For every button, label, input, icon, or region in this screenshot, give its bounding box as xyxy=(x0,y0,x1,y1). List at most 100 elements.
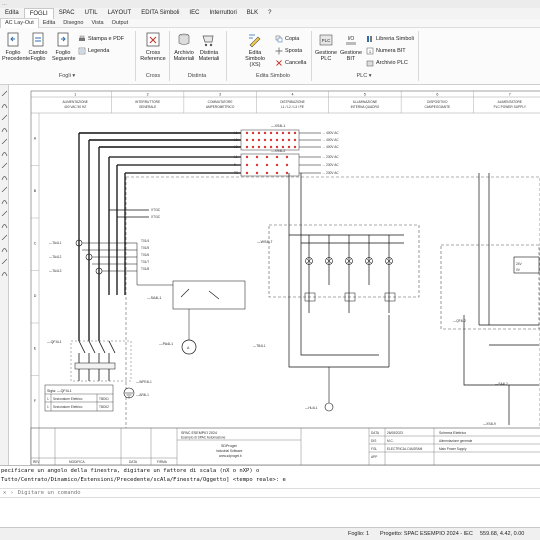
svg-text:T01/6: T01/6 xyxy=(141,253,149,257)
drawing-canvas[interactable]: 1 2 3 4 5 6 7 ALIMENTAZIONE 400 VAC 50 HZ INTERR… xyxy=(9,85,540,465)
svg-text:→ 230V AC: → 230V AC xyxy=(322,155,339,159)
snap-tool-icon[interactable] xyxy=(1,248,8,253)
column-headers: ALIMENTAZIONE400 VAC 50 HZ INTERRUTTOREGE… xyxy=(62,100,526,109)
svg-text:→ 400V AC: → 400V AC xyxy=(322,138,339,142)
menu-item[interactable]: Interruttori xyxy=(204,8,241,19)
svg-text:—QF4L2: —QF4L2 xyxy=(453,319,466,323)
ribbon-tab[interactable]: Vista xyxy=(87,19,107,28)
legenda-button[interactable]: Legenda xyxy=(78,47,109,55)
sposta-button[interactable]: Sposta xyxy=(275,47,302,55)
copia-button[interactable]: Copia xyxy=(275,35,299,43)
svg-text:1: 1 xyxy=(47,405,49,409)
grid-tool-icon[interactable] xyxy=(1,258,8,265)
sheet-title: Schema Elettrico xyxy=(439,431,466,435)
title-bar: … xyxy=(0,0,540,8)
cross-reference-button[interactable]: Cross Reference xyxy=(139,32,167,62)
legend-title: Sigla: —QF4L1 xyxy=(47,389,72,393)
stampa-pdf-button[interactable]: Stampa e PDF xyxy=(78,35,124,43)
insert-tool-icon[interactable] xyxy=(1,186,8,193)
ribbon: Foglio Precedente Cambio Foglio Foglio S… xyxy=(0,28,540,85)
foglio-seguente-button[interactable]: Foglio Seguente xyxy=(52,32,76,62)
archive-icon xyxy=(178,33,190,45)
group-edita-simbolo-label: Edita Simbolo xyxy=(256,73,290,79)
sheet-next-icon xyxy=(57,32,69,47)
svg-text:Industrial Software: Industrial Software xyxy=(216,449,243,453)
command-history-line: pecificare un angolo della finestra, dig… xyxy=(1,468,260,474)
ribbon-tab[interactable]: Disegno xyxy=(59,19,87,28)
svg-text:www.sdproget.it: www.sdproget.it xyxy=(219,454,242,458)
svg-text:1: 1 xyxy=(47,397,49,401)
svg-text:T01/7: T01/7 xyxy=(141,260,149,264)
column-number: 2 xyxy=(147,93,149,97)
group-separator xyxy=(418,31,419,81)
lighting-circuit xyxy=(288,173,404,368)
main-breaker-label: —QF4L1 xyxy=(47,340,62,344)
menu-item[interactable]: LAYOUT xyxy=(103,8,137,19)
numera-bit-button[interactable]: 1 Numera BIT xyxy=(366,47,406,55)
sheet-prev-icon xyxy=(7,32,19,47)
hatch-tool-icon[interactable] xyxy=(1,162,8,169)
zoom-tool-icon[interactable] xyxy=(1,210,8,217)
ribbon-tab[interactable]: Output xyxy=(108,19,133,28)
archivio-materiali-button[interactable]: Archivio Materiali xyxy=(172,32,196,62)
layer-tool-icon[interactable] xyxy=(1,234,8,241)
menu-item[interactable]: IEC xyxy=(184,8,204,19)
command-input-row[interactable]: ✕ › Digitare un comando xyxy=(0,488,540,498)
svg-text:→ 400V AC: → 400V AC xyxy=(322,145,339,149)
menu-item[interactable]: UTIL xyxy=(80,8,103,19)
block-tool-icon[interactable] xyxy=(1,176,8,181)
close-icon[interactable]: ✕ xyxy=(3,490,6,496)
svg-text:APP: APP xyxy=(371,455,377,459)
group-cross-label: Cross xyxy=(145,73,161,79)
svg-text:I/O: I/O xyxy=(348,36,355,42)
foglio-precedente-button[interactable]: Foglio Precedente xyxy=(2,32,30,62)
arc-tool-icon[interactable] xyxy=(1,104,8,109)
column-header-value: PLC POWER SUPPLY xyxy=(494,105,527,109)
status-project: Progetto: SPAC ESEMPIO 2024 - IEC xyxy=(380,531,473,537)
gestione-bit-button[interactable]: I/O Gestione BIT xyxy=(339,32,363,62)
column-number: 7 xyxy=(509,93,511,97)
command-input[interactable]: Digitare un comando xyxy=(18,490,81,496)
edita-simbolo-button[interactable]: Edita Simbolo (XS) xyxy=(240,32,270,68)
polyline-tool-icon[interactable] xyxy=(1,138,8,145)
plc-icon: PLC xyxy=(319,34,333,46)
status-sheet: Foglio: 1 xyxy=(348,531,370,537)
erase-tool-icon[interactable] xyxy=(1,272,8,277)
lighting-box xyxy=(268,224,420,298)
lamp-hl-icon xyxy=(324,402,334,412)
menu-item[interactable]: SPAC xyxy=(54,8,80,19)
svg-text:REV: REV xyxy=(33,460,40,464)
svg-text:—AR4L1: —AR4L1 xyxy=(136,393,149,397)
command-history-line: Tutto/Centrato/Dinamico/Estensioni/Prece… xyxy=(1,477,286,483)
cancella-button[interactable]: Cancella xyxy=(275,59,306,67)
libreria-simboli-button[interactable]: Libreria Simboli xyxy=(366,35,414,43)
chevron-right-icon: › xyxy=(10,490,14,496)
electrical-schematic[interactable]: 1 2 3 4 5 6 7 ALIMENTAZIONE400 VAC 50 HZ INTERR… xyxy=(9,85,540,465)
archivio-plc-button[interactable]: Archivio PLC xyxy=(366,59,408,67)
ribbon-tab[interactable]: Edita xyxy=(39,19,60,28)
menu-item[interactable]: BLK xyxy=(242,8,263,19)
line-tool-icon[interactable] xyxy=(1,90,8,97)
measure-tool-icon[interactable] xyxy=(1,200,8,205)
cambio-foglio-button[interactable]: Cambio Foglio xyxy=(27,32,49,62)
status-coordinates: 559.68, 4.42, 0.00 xyxy=(480,531,525,537)
gestione-plc-button[interactable]: PLC Gestione PLC xyxy=(314,32,338,62)
svg-text:DATA: DATA xyxy=(129,460,138,464)
bus-230 xyxy=(109,153,321,177)
column-header-label: ALIMENTATORE xyxy=(498,100,522,104)
group-fogli-label: Fogli ▾ xyxy=(58,73,76,79)
pan-tool-icon[interactable] xyxy=(1,224,8,229)
column-header-value: GENERALE xyxy=(139,105,156,109)
lighting-label: —WS4L7 xyxy=(257,240,272,244)
text-tool-icon[interactable] xyxy=(1,152,8,157)
terminal-block-label: —XS4L2 xyxy=(271,149,285,153)
ribbon-tab[interactable]: AC Lay-Out xyxy=(0,18,39,28)
svg-text:Sezionatore Elettrico: Sezionatore Elettrico xyxy=(53,405,83,409)
rectangle-tool-icon[interactable] xyxy=(1,128,8,133)
circle-tool-icon[interactable] xyxy=(1,114,8,121)
status-bar: Foglio: 1 Progetto: SPAC ESEMPIO 2024 - … xyxy=(0,527,540,540)
menu-item[interactable]: ? xyxy=(263,8,276,19)
svg-text:Main Power Supply: Main Power Supply xyxy=(439,447,467,451)
menu-item[interactable]: EDITA Simboli xyxy=(136,8,184,19)
distinta-materiali-button[interactable]: Distinta Materiali xyxy=(197,32,221,62)
